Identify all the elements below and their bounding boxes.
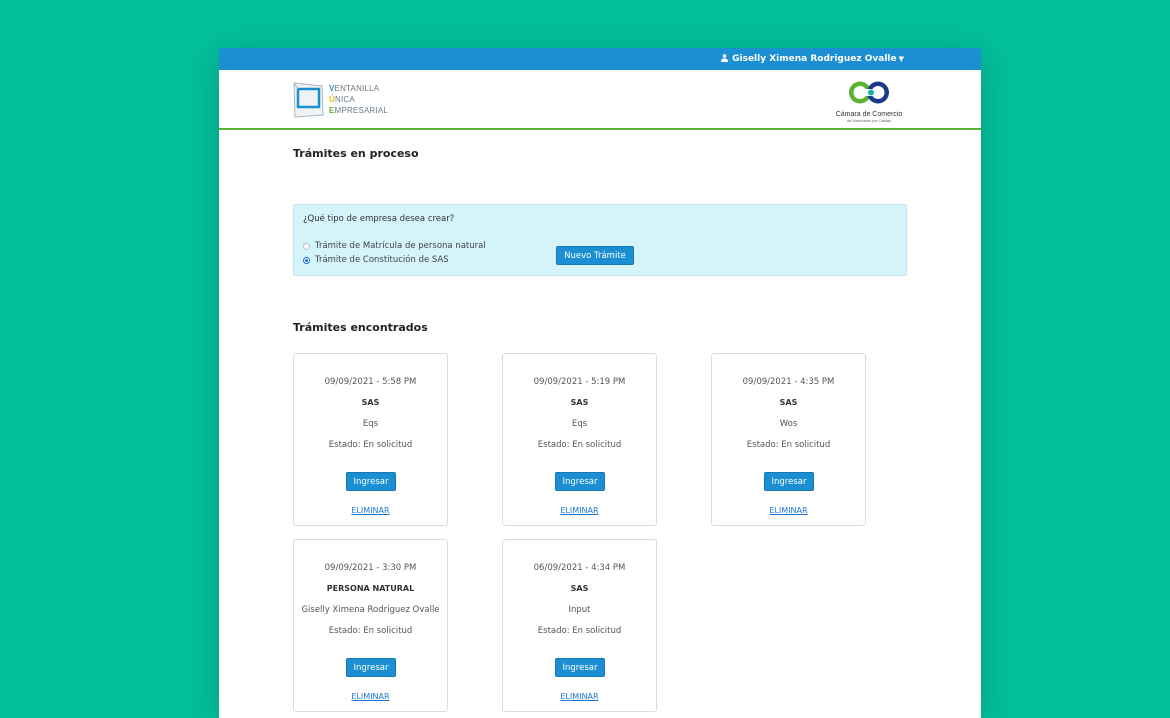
enter-button[interactable]: Ingresar (346, 472, 396, 491)
ccm-logo[interactable]: Cámara de Comercio de Manizales por Cald… (833, 79, 905, 123)
vue-word-2: NICA (334, 94, 355, 104)
delete-link[interactable]: ELIMINAR (294, 692, 447, 701)
vue-logo-icon (293, 82, 324, 118)
company-type-panel: ¿Qué tipo de empresa desea crear? Trámit… (293, 204, 907, 276)
vue-logo[interactable]: VENTANILLA ÚNICA EMPRESARIAL (292, 80, 388, 118)
top-bar: Giselly Ximena Rodriguez Ovalle ▼ (219, 48, 981, 70)
card-date: 09/09/2021 - 5:19 PM (533, 377, 626, 387)
radio-option-sas[interactable]: Trámite de Constitución de SAS (303, 255, 449, 265)
procedure-card: 09/09/2021 - 4:35 PM SAS Wos Estado: En … (711, 353, 866, 526)
delete-link[interactable]: ELIMINAR (503, 506, 656, 515)
card-type: SAS (570, 398, 589, 407)
vue-word-1: ENTANILLA (334, 83, 380, 93)
procedure-card: 09/09/2021 - 3:30 PM PERSONA NATURAL Gis… (293, 539, 448, 712)
procedure-card: 09/09/2021 - 5:58 PM SAS Eqs Estado: En … (293, 353, 448, 526)
card-type: PERSONA NATURAL (326, 584, 415, 593)
ccm-name: Cámara de Comercio (835, 111, 903, 118)
user-icon (721, 53, 729, 65)
user-name: Giselly Ximena Rodriguez Ovalle (732, 54, 897, 64)
company-type-question: ¿Qué tipo de empresa desea crear? (303, 214, 455, 224)
app-window: Giselly Ximena Rodriguez Ovalle ▼ VENTAN… (219, 48, 981, 718)
radio-natural[interactable] (303, 242, 310, 250)
procedure-card: 06/09/2021 - 4:34 PM SAS Input Estado: E… (502, 539, 657, 712)
enter-button[interactable]: Ingresar (346, 658, 396, 677)
card-name: Eqs (362, 419, 379, 429)
enter-button[interactable]: Ingresar (555, 658, 605, 677)
card-date: 06/09/2021 - 4:34 PM (533, 563, 626, 573)
radio-option-natural[interactable]: Trámite de Matrícula de persona natural (303, 241, 486, 251)
radio-natural-label: Trámite de Matrícula de persona natural (315, 241, 486, 251)
delete-link[interactable]: ELIMINAR (503, 692, 656, 701)
card-date: 09/09/2021 - 4:35 PM (742, 377, 835, 387)
user-menu[interactable]: Giselly Ximena Rodriguez Ovalle ▼ (721, 53, 904, 65)
card-status: Estado: En solicitud (328, 440, 413, 450)
section-title-found: Trámites encontrados (293, 321, 428, 334)
delete-link[interactable]: ELIMINAR (294, 506, 447, 515)
card-status: Estado: En solicitud (537, 626, 622, 636)
card-name: Eqs (571, 419, 588, 429)
card-type: SAS (779, 398, 798, 407)
radio-sas-label: Trámite de Constitución de SAS (315, 255, 449, 265)
caret-down-icon: ▼ (898, 55, 904, 63)
delete-link[interactable]: ELIMINAR (712, 506, 865, 515)
card-status: Estado: En solicitud (746, 440, 831, 450)
card-type: SAS (361, 398, 380, 407)
vue-word-3: MPRESARIAL (334, 105, 389, 115)
card-type: SAS (570, 584, 589, 593)
enter-button[interactable]: Ingresar (764, 472, 814, 491)
card-name: Giselly Ximena Rodriguez Ovalle (301, 605, 440, 615)
section-title-in-process: Trámites en proceso (293, 147, 419, 160)
header: VENTANILLA ÚNICA EMPRESARIAL Cámara de C… (219, 70, 981, 130)
card-name: Input (568, 605, 591, 615)
card-status: Estado: En solicitud (328, 626, 413, 636)
card-name: Wos (779, 419, 798, 429)
card-date: 09/09/2021 - 5:58 PM (324, 377, 417, 387)
procedure-card: 09/09/2021 - 5:19 PM SAS Eqs Estado: En … (502, 353, 657, 526)
card-date: 09/09/2021 - 3:30 PM (324, 563, 417, 573)
ccm-subtitle: de Manizales por Caldas (846, 118, 892, 123)
new-procedure-button[interactable]: Nuevo Trámite (556, 246, 634, 265)
enter-button[interactable]: Ingresar (555, 472, 605, 491)
radio-sas[interactable] (303, 256, 310, 264)
ccm-logo-icon (849, 81, 889, 104)
card-status: Estado: En solicitud (537, 440, 622, 450)
